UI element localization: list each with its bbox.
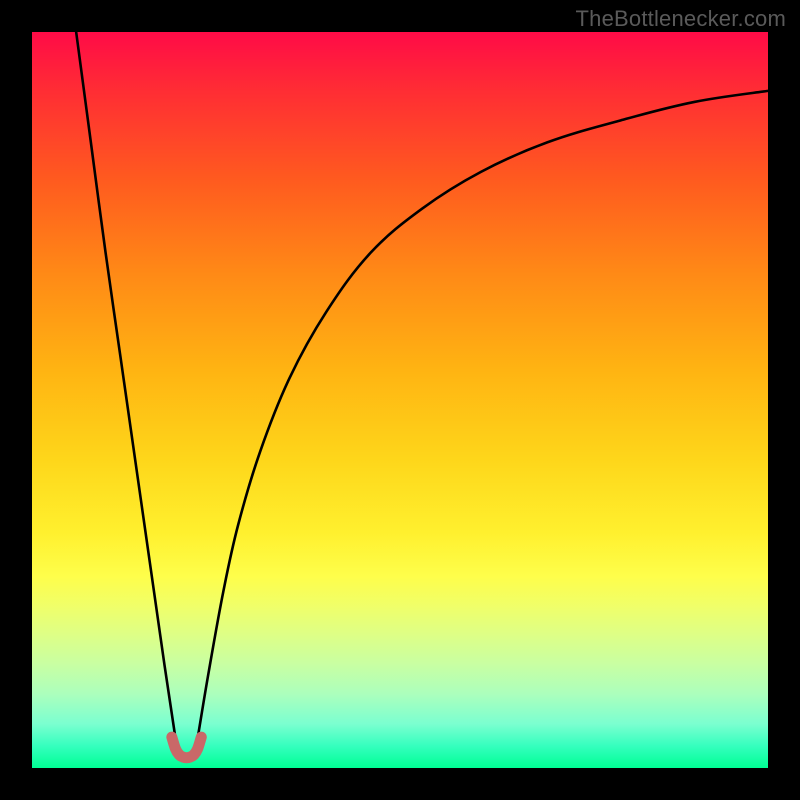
minimum-marker — [172, 737, 201, 758]
plot-area — [32, 32, 768, 768]
bottleneck-curve-right — [198, 91, 768, 739]
bottleneck-curve-left — [76, 32, 175, 739]
curve-layer — [32, 32, 768, 768]
chart-frame: TheBottlenecker.com — [0, 0, 800, 800]
watermark-text: TheBottlenecker.com — [576, 6, 786, 32]
